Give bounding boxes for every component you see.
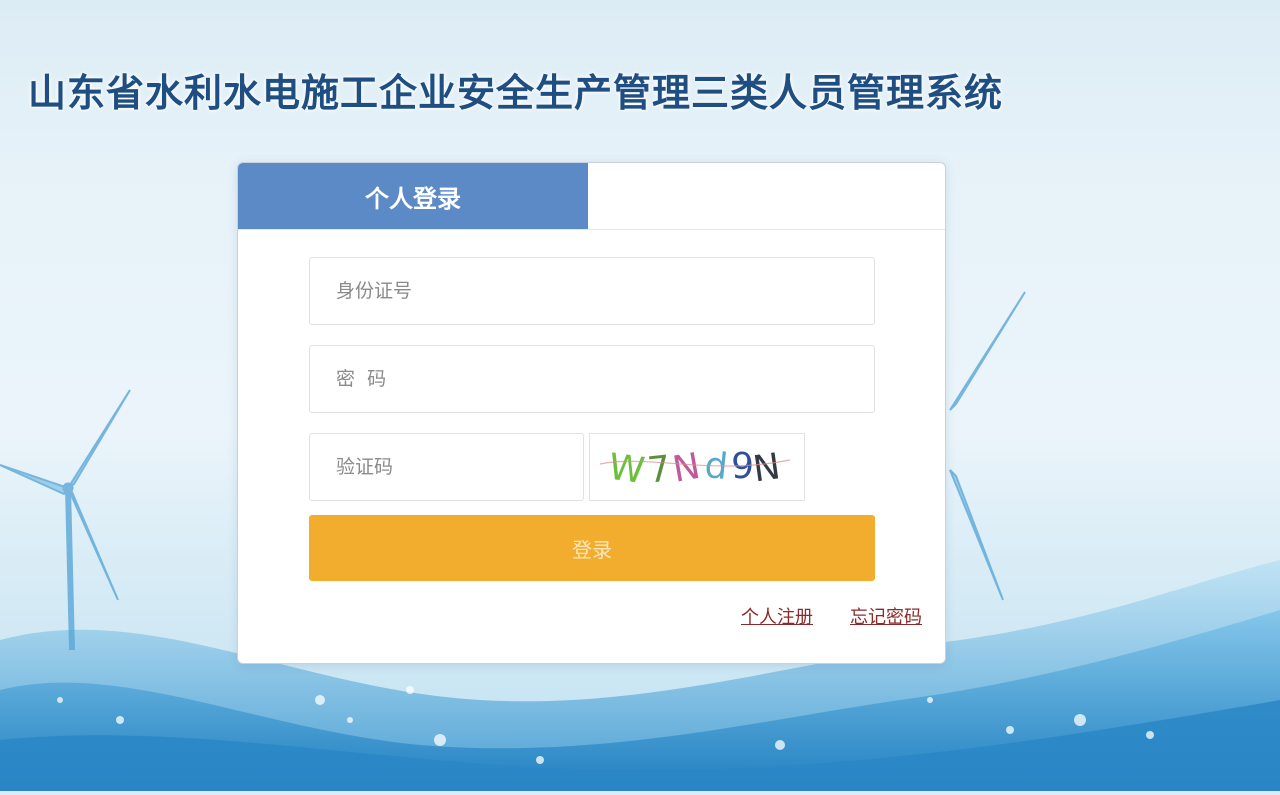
captcha-graphic: W 7 N d 6 N [599,443,791,493]
register-link[interactable]: 个人注册 [741,603,813,629]
login-tab-bar: 个人登录 [238,163,945,230]
password-input[interactable] [309,345,875,413]
wind-turbine-right [949,291,1026,601]
login-panel: 个人登录 W 7 N d 6 N 登录 个人注册 忘记密码 [237,162,946,664]
captcha-image[interactable]: W 7 N d 6 N [589,433,805,501]
id-number-input[interactable] [309,257,875,325]
captcha-char: W [606,447,647,493]
captcha-char: N [750,446,782,490]
captcha-char: 7 [646,449,673,492]
login-button[interactable]: 登录 [309,515,875,581]
system-title: 山东省水利水电施工企业安全生产管理三类人员管理系统 [28,70,1004,115]
wind-turbine-left [0,389,131,651]
captcha-char: N [670,446,704,491]
tab-personal-login[interactable]: 个人登录 [238,163,588,229]
forgot-password-link[interactable]: 忘记密码 [850,603,922,629]
captcha-input[interactable] [309,433,584,501]
